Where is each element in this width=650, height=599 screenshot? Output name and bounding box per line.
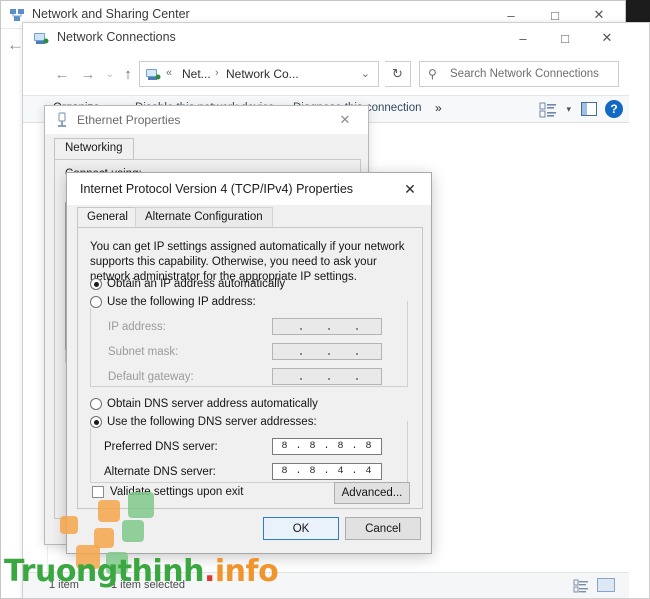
forward-button[interactable]: → (77, 63, 99, 85)
nc-title-bar: Network Connections – □ ✕ (23, 23, 629, 53)
view-dropdown-arrow[interactable]: ▾ (566, 104, 571, 115)
ethernet-title-bar: Ethernet Properties ✕ (45, 106, 368, 134)
ethernet-title-text: Ethernet Properties (77, 113, 181, 127)
watermark-block (60, 516, 78, 534)
tab-alternate-configuration[interactable]: Alternate Configuration (135, 207, 273, 228)
refresh-button[interactable]: ↻ (385, 61, 411, 87)
breadcrumb-segment-network[interactable]: Net... (182, 67, 211, 81)
radio-label: Use the following DNS server addresses: (107, 416, 317, 428)
ethernet-adapter-icon (55, 112, 69, 128)
radio-obtain-dns-automatically[interactable]: Obtain DNS server address automatically (90, 398, 318, 410)
radio-indicator (90, 398, 102, 410)
preferred-dns-value: 8 . 8 . 8 . 8 (281, 441, 373, 452)
nc-title-text: Network Connections (57, 30, 176, 44)
nc-minimize-button[interactable]: – (501, 23, 545, 53)
watermark-block (128, 492, 154, 518)
nsc-title-text: Network and Sharing Center (32, 7, 190, 21)
watermark-block (98, 500, 120, 522)
ipv4-properties-dialog: Internet Protocol Version 4 (TCP/IPv4) P… (66, 172, 432, 554)
help-icon[interactable]: ? (605, 100, 623, 118)
preferred-dns-input[interactable]: 8 . 8 . 8 . 8 (272, 438, 382, 455)
default-gateway-input[interactable] (272, 368, 382, 385)
change-view-icon[interactable] (539, 101, 557, 119)
desktop-dark-strip (626, 0, 650, 24)
ipv4-general-panel: You can get IP settings assigned automat… (77, 227, 423, 509)
nc-close-button[interactable]: ✕ (585, 23, 629, 53)
checkbox-indicator (92, 486, 104, 498)
radio-indicator (90, 416, 102, 428)
breadcrumb-separator: › (215, 67, 219, 79)
watermark-block (122, 520, 144, 542)
search-icon: ⚲ (428, 67, 437, 81)
ip-address-input[interactable] (272, 318, 382, 335)
network-connections-icon (33, 30, 49, 46)
ipv4-title-text: Internet Protocol Version 4 (TCP/IPv4) P… (80, 182, 354, 196)
ipv4-title-bar: Internet Protocol Version 4 (TCP/IPv4) P… (67, 173, 431, 205)
watermark-block (106, 552, 128, 574)
nc-address-bar: ← → ⌄ ↑ « Net... › Network Co... ⌄ ↻ ⚲ S… (23, 53, 629, 95)
nc-maximize-button[interactable]: □ (543, 23, 587, 53)
radio-obtain-ip-automatically[interactable]: Obtain an IP address automatically (90, 278, 285, 290)
alternate-dns-input[interactable]: 8 . 8 . 4 . 4 (272, 463, 382, 480)
ethernet-close-button[interactable]: ✕ (326, 106, 364, 134)
breadcrumb-overflow[interactable]: « (166, 67, 172, 79)
search-input[interactable]: ⚲ Search Network Connections (419, 61, 619, 87)
radio-indicator (90, 278, 102, 290)
cancel-button[interactable]: Cancel (345, 517, 421, 540)
large-icons-view-icon[interactable] (597, 578, 615, 592)
status-item-count: 1 item (49, 579, 79, 591)
alternate-dns-label: Alternate DNS server: (104, 466, 216, 478)
radio-use-following-dns[interactable]: Use the following DNS server addresses: (90, 416, 321, 428)
more-commands-button[interactable]: » (435, 101, 442, 115)
radio-label: Use the following IP address: (107, 296, 256, 308)
ipv4-close-button[interactable]: ✕ (389, 173, 431, 205)
status-selection-count: 1 item selected (111, 579, 185, 591)
address-breadcrumb-bar[interactable]: « Net... › Network Co... ⌄ (139, 61, 379, 87)
search-placeholder: Search Network Connections (450, 68, 599, 80)
nc-status-bar: 1 item 1 item selected (23, 572, 629, 598)
network-folder-icon (145, 66, 161, 82)
watermark-block (76, 545, 100, 569)
validate-settings-checkbox[interactable]: Validate settings upon exit (92, 486, 243, 498)
breadcrumb-segment-network-connections[interactable]: Network Co... (226, 67, 299, 81)
network-sharing-icon (9, 7, 25, 23)
up-button[interactable]: ↑ (117, 63, 139, 85)
details-view-icon[interactable] (573, 578, 589, 594)
default-gateway-label: Default gateway: (108, 371, 194, 383)
tab-networking[interactable]: Networking (54, 138, 134, 160)
alternate-dns-value: 8 . 8 . 4 . 4 (281, 466, 373, 477)
ipv4-tab-strip: General Alternate Configuration (77, 207, 423, 228)
ip-address-label: IP address: (108, 321, 166, 333)
chevron-down-icon[interactable]: ⌄ (361, 67, 370, 80)
back-button[interactable]: ← (51, 63, 73, 85)
radio-indicator (90, 296, 102, 308)
ethernet-tab-strip: Networking (54, 138, 361, 160)
tab-general[interactable]: General (77, 207, 138, 228)
radio-use-following-ip[interactable]: Use the following IP address: (90, 296, 260, 308)
ok-button[interactable]: OK (263, 517, 339, 540)
advanced-button[interactable]: Advanced... (334, 482, 410, 504)
subnet-mask-label: Subnet mask: (108, 346, 179, 358)
preview-pane-icon[interactable] (581, 102, 597, 116)
radio-label: Obtain an IP address automatically (107, 278, 286, 290)
subnet-mask-input[interactable] (272, 343, 382, 360)
preferred-dns-label: Preferred DNS server: (104, 441, 218, 453)
radio-label: Obtain DNS server address automatically (107, 398, 318, 410)
